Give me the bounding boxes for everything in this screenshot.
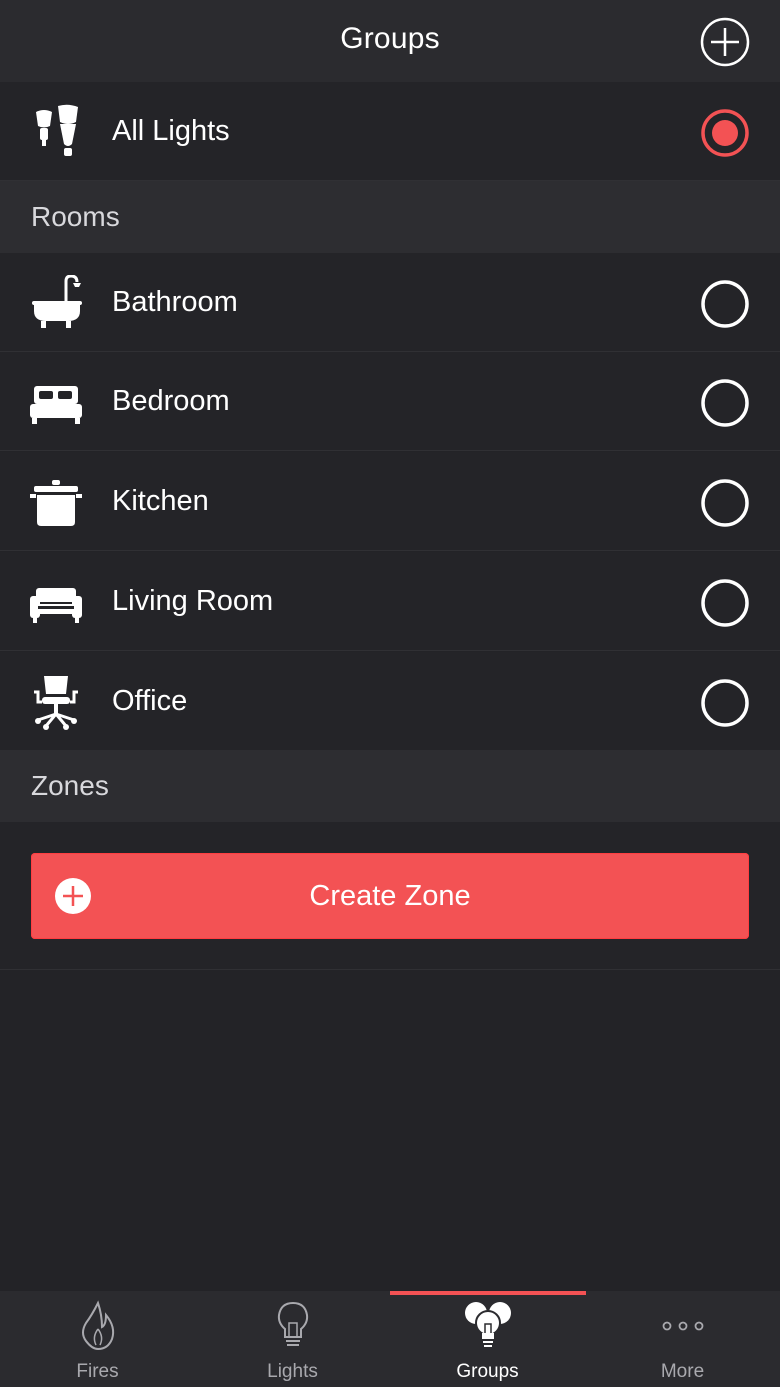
all-lights-row[interactable]: All Lights (0, 82, 780, 181)
room-row-living-room[interactable]: Living Room (0, 552, 780, 651)
active-tab-indicator (390, 1291, 586, 1295)
more-dots-icon (662, 1321, 704, 1331)
page-title: Groups (340, 22, 440, 55)
room-label: Bathroom (112, 286, 238, 318)
create-zone-label: Create Zone (309, 880, 471, 912)
bed-icon (30, 386, 82, 424)
tab-more[interactable]: More (585, 1291, 780, 1387)
bulbs-group-icon (465, 1302, 511, 1347)
bathtub-icon (32, 275, 82, 328)
lights-icon (36, 104, 78, 156)
groups-screen: Groups All Lights Rooms Bathroom Bedroom… (0, 0, 780, 1387)
bulb-icon (277, 1301, 309, 1346)
zones-section-header: Zones (0, 750, 780, 822)
sofa-icon (30, 588, 82, 623)
tab-bar: Fires Lights Groups More (0, 1291, 780, 1387)
nav-header: Groups (0, 0, 780, 82)
radio-unselected-icon[interactable] (700, 378, 750, 428)
room-row-bedroom[interactable]: Bedroom (0, 352, 780, 451)
tab-groups[interactable]: Groups (390, 1291, 585, 1387)
room-label: Office (112, 685, 188, 717)
room-row-office[interactable]: Office (0, 652, 780, 751)
room-row-kitchen[interactable]: Kitchen (0, 452, 780, 551)
room-label: Living Room (112, 585, 274, 617)
tab-label: Lights (267, 1361, 318, 1382)
room-label: Kitchen (112, 485, 209, 517)
rooms-section-header: Rooms (0, 181, 780, 253)
radio-selected-icon[interactable] (700, 108, 750, 158)
radio-unselected-icon[interactable] (700, 578, 750, 628)
zones-section-title: Zones (31, 770, 109, 801)
all-lights-label: All Lights (112, 115, 230, 147)
radio-unselected-icon[interactable] (700, 678, 750, 728)
rooms-section-title: Rooms (31, 201, 120, 232)
create-zone-button[interactable]: Create Zone (31, 853, 749, 939)
tab-label: Fires (76, 1361, 119, 1382)
flame-icon (82, 1300, 115, 1351)
pot-icon (30, 480, 82, 526)
room-label: Bedroom (112, 385, 230, 417)
tab-fires[interactable]: Fires (0, 1291, 195, 1387)
tab-label: More (660, 1361, 705, 1382)
tab-lights[interactable]: Lights (195, 1291, 390, 1387)
office-chair-icon (34, 676, 78, 730)
radio-unselected-icon[interactable] (700, 478, 750, 528)
plus-circle-icon[interactable] (700, 17, 750, 67)
radio-unselected-icon[interactable] (700, 279, 750, 329)
room-row-bathroom[interactable]: Bathroom (0, 253, 780, 352)
tab-label: Groups (456, 1361, 519, 1382)
